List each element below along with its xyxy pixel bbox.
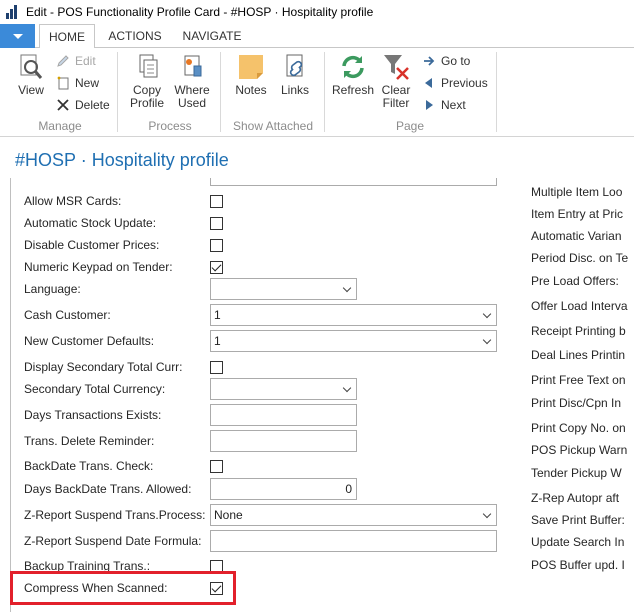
triangle-left-icon [422,76,436,90]
where-used-button[interactable]: Where Used [172,52,212,110]
delete-icon [56,98,70,112]
new-icon [56,76,70,90]
section-border [10,178,11,612]
chevron-down-icon [12,33,23,39]
chevron-down-icon [342,283,352,293]
right-label: Save Print Buffer: [531,513,625,527]
group-separator [496,52,497,132]
z-report-suspend-process-select[interactable]: None [210,504,497,526]
tab-actions[interactable]: ACTIONS [100,24,170,48]
right-label: Print Copy No. on [531,421,626,435]
page-title: #HOSP · Hospitality profile [15,150,229,170]
automatic-stock-update-checkbox[interactable] [210,216,223,230]
new-button[interactable]: New [56,73,99,93]
tab-navigate[interactable]: NAVIGATE [176,24,248,48]
group-label-page: Page [395,119,425,133]
view-button[interactable]: View [12,52,50,97]
right-label: Print Disc/Cpn In [531,396,622,410]
window-title: Edit - POS Functionality Profile Card - … [26,5,374,19]
right-label: Multiple Item Loo [531,185,623,199]
chevron-down-icon [482,309,492,319]
cash-customer-select[interactable]: 1 [210,304,497,326]
ribbon-tabs: HOME ACTIONS NAVIGATE [0,24,634,49]
refresh-icon [338,52,368,82]
right-label: POS Pickup Warn [531,443,628,457]
copy-icon [132,52,162,82]
right-label: Print Free Text on [531,373,626,387]
disable-customer-prices-checkbox[interactable] [210,238,223,252]
right-label: Update Search In [531,535,625,549]
next-button[interactable]: Next [422,95,466,115]
chevron-down-icon [482,509,492,519]
go-to-button[interactable]: Go to [422,51,470,71]
group-label-manage: Manage [38,119,82,133]
right-label: POS Buffer upd. I [531,558,625,572]
edit-button[interactable]: Edit [56,51,96,71]
display-secondary-total-checkbox[interactable] [210,360,223,374]
group-separator [220,52,221,132]
clear-filter-button[interactable]: Clear Filter [378,52,414,110]
trans-delete-reminder-input[interactable] [210,430,357,452]
secondary-total-currency-select[interactable] [210,378,357,400]
triangle-right-icon [422,98,436,112]
tab-home[interactable]: HOME [39,24,95,49]
copy-profile-button[interactable]: Copy Profile [124,52,170,110]
days-transactions-exists-input[interactable] [210,404,357,426]
view-icon [16,52,46,82]
arrow-right-icon [422,54,436,68]
highlight-box [10,571,236,605]
form-area: Allow MSR Cards: Automatic Stock Update:… [10,178,634,612]
group-separator [324,52,325,132]
where-used-icon [177,52,207,82]
title-bar: Edit - POS Functionality Profile Card - … [0,0,634,24]
days-backdate-allowed-input[interactable]: 0 [210,478,357,500]
group-label-show-attached: Show Attached [232,119,314,133]
group-label-process: Process [148,119,192,133]
right-label: Item Entry at Pric [531,207,624,221]
links-button[interactable]: Links [277,52,313,97]
numeric-keypad-checkbox[interactable] [210,260,223,274]
right-label: Receipt Printing b [531,324,626,338]
text-field-top[interactable] [210,178,497,186]
app-icon [6,5,20,19]
right-label: Automatic Varian [531,229,622,243]
delete-button[interactable]: Delete [56,95,110,115]
notes-button[interactable]: Notes [232,52,270,97]
previous-button[interactable]: Previous [422,73,488,93]
ribbon: View Edit New Delete Manage Copy Profile… [0,48,634,137]
allow-msr-cards-checkbox[interactable] [210,194,223,208]
group-separator [117,52,118,132]
notes-icon [236,52,266,82]
pencil-icon [56,54,70,68]
z-report-suspend-date-input[interactable] [210,530,497,552]
right-label: Deal Lines Printin [531,348,626,362]
backdate-trans-check-checkbox[interactable] [210,459,223,473]
right-label: Z-Rep Autopr aft [531,491,620,505]
right-label: Offer Load Interva [531,299,628,313]
right-label: Period Disc. on Te [531,251,629,265]
clear-filter-icon [381,52,411,82]
language-select[interactable] [210,278,357,300]
refresh-button[interactable]: Refresh [331,52,375,97]
links-icon [280,52,310,82]
app-menu-button[interactable] [0,24,35,48]
right-label: Tender Pickup W [531,466,622,480]
chevron-down-icon [342,383,352,393]
chevron-down-icon [482,335,492,345]
new-customer-defaults-select[interactable]: 1 [210,330,497,352]
right-label: Pre Load Offers: [531,274,619,288]
